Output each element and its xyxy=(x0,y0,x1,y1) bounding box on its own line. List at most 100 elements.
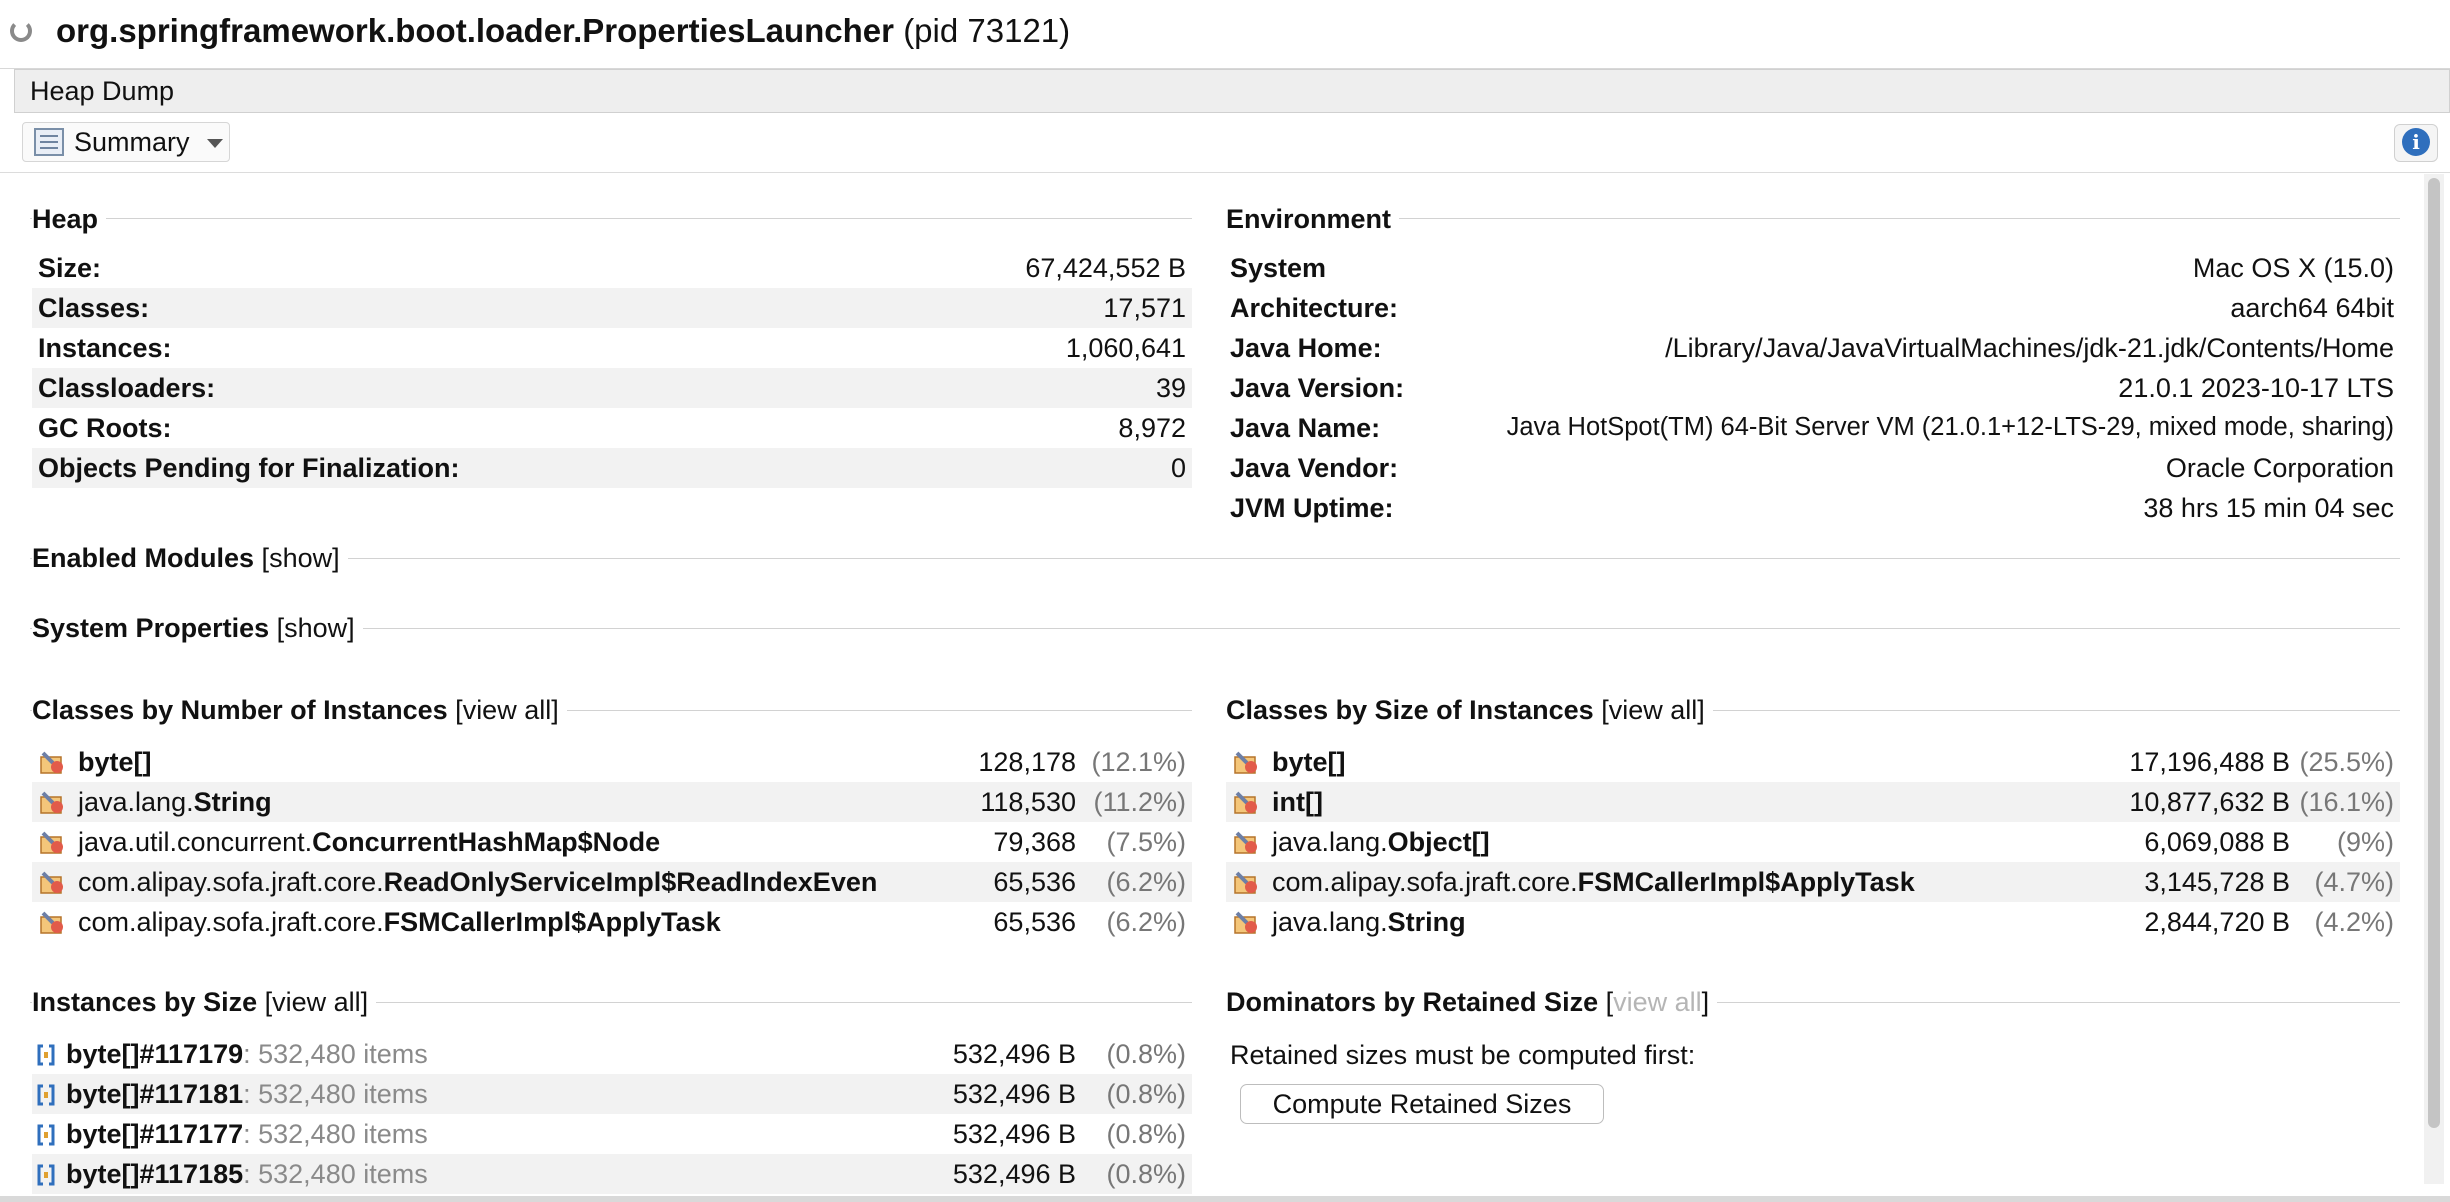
percentage: (0.8%) xyxy=(1106,1079,1186,1109)
class-name: FSMCallerImpl$ApplyTask xyxy=(1577,867,1915,897)
env-key: Java Vendor: xyxy=(1230,453,1399,483)
enabled-modules-show-link[interactable]: show xyxy=(269,543,332,573)
env-key: Java Version: xyxy=(1230,373,1405,403)
percentage: (0.8%) xyxy=(1106,1119,1186,1149)
summary-view-icon xyxy=(34,128,64,156)
heap-key: Classloaders: xyxy=(38,373,216,403)
array-instance-icon xyxy=(37,1044,55,1066)
env-value: 38 hrs 15 min 04 sec xyxy=(2143,493,2394,523)
heap-row: Instances: 1,060,641 xyxy=(32,328,1192,368)
class-name: byte[] xyxy=(78,747,152,777)
instance-row[interactable]: byte[]#117185: 532,480 items 532,496 B (… xyxy=(32,1154,1192,1194)
percentage: (0.8%) xyxy=(1106,1039,1186,1069)
class-name: Object[] xyxy=(1387,827,1490,857)
view-selector-label: Summary xyxy=(74,127,190,157)
instance-row[interactable]: byte[]#117177: 532,480 items 532,496 B (… xyxy=(32,1114,1192,1154)
section-title-system-properties: System Properties [show] xyxy=(32,613,363,644)
heap-row: Size: 67,424,552 B xyxy=(32,248,1192,288)
heap-key: Instances: xyxy=(38,333,172,363)
heap-row: GC Roots: 8,972 xyxy=(32,408,1192,448)
class-row[interactable]: byte[] 128,178 (12.1%) xyxy=(32,742,1192,782)
class-row[interactable]: java.lang.String 118,530 (11.2%) xyxy=(32,782,1192,822)
window-bottom-border xyxy=(0,1196,2450,1202)
classes-by-size-view-all-link[interactable]: view all xyxy=(1609,695,1698,725)
instance-name: byte[]#117179 xyxy=(66,1039,244,1069)
section-title-heap: Heap xyxy=(32,204,107,235)
env-row: JVM Uptime: 38 hrs 15 min 04 sec xyxy=(1226,488,2400,528)
instance-size: 532,496 B xyxy=(952,1079,1076,1109)
dominators-view-all-link: view all xyxy=(1613,987,1702,1017)
instances-by-size-view-all-link[interactable]: view all xyxy=(272,987,361,1017)
class-icon xyxy=(40,831,63,854)
section-title-classes-by-number: Classes by Number of Instances [view all… xyxy=(32,695,567,726)
instance-size: 17,196,488 B xyxy=(2129,747,2290,777)
class-icon xyxy=(1234,791,1257,814)
class-row[interactable]: int[] 10,877,632 B (16.1%) xyxy=(1226,782,2400,822)
class-name: String xyxy=(1387,907,1466,937)
tab-heap-dump[interactable] xyxy=(14,69,2450,113)
instance-row[interactable]: byte[]#117179: 532,480 items 532,496 B (… xyxy=(32,1034,1192,1074)
instance-name: byte[]#117177 xyxy=(66,1119,244,1149)
percentage: (6.2%) xyxy=(1106,867,1186,897)
class-icon xyxy=(40,871,63,894)
compute-retained-sizes-button[interactable]: Compute Retained Sizes xyxy=(1240,1084,1604,1124)
class-icon xyxy=(1234,871,1257,894)
section-title-environment: Environment xyxy=(1226,204,1400,235)
env-key: Java Home: xyxy=(1230,333,1382,363)
section-title-instances-by-size: Instances by Size [view all] xyxy=(32,987,377,1018)
loading-spinner-icon xyxy=(10,20,32,42)
instance-count: 128,178 xyxy=(978,747,1076,777)
env-key: JVM Uptime: xyxy=(1230,493,1394,523)
class-row[interactable]: java.util.concurrent.ConcurrentHashMap$N… xyxy=(32,822,1192,862)
class-icon xyxy=(40,751,63,774)
env-row: Architecture: aarch64 64bit xyxy=(1226,288,2400,328)
env-key: System xyxy=(1230,253,1327,283)
retained-sizes-message: Retained sizes must be computed first: xyxy=(1230,1040,1696,1070)
class-name: ConcurrentHashMap$Node xyxy=(312,827,661,857)
env-row: System Mac OS X (15.0) xyxy=(1226,248,2400,288)
heap-value: 17,571 xyxy=(1103,293,1186,323)
classes-by-number-view-all-link[interactable]: view all xyxy=(463,695,552,725)
env-row: Java Home: /Library/Java/JavaVirtualMach… xyxy=(1226,328,2400,368)
instance-name: byte[]#117185 xyxy=(66,1159,244,1189)
class-icon xyxy=(1234,831,1257,854)
percentage: (6.2%) xyxy=(1106,907,1186,937)
env-key: Java Name: xyxy=(1230,413,1381,443)
array-instance-icon xyxy=(37,1124,55,1146)
heap-row: Objects Pending for Finalization: 0 xyxy=(32,448,1192,488)
instance-name: byte[]#117181 xyxy=(66,1079,244,1109)
instance-count: 65,536 xyxy=(993,907,1076,937)
env-value: /Library/Java/JavaVirtualMachines/jdk-21… xyxy=(1665,333,2394,363)
heap-value: 0 xyxy=(1170,453,1186,483)
class-icon xyxy=(1234,911,1257,934)
class-row[interactable]: com.alipay.sofa.jraft.core.FSMCallerImpl… xyxy=(1226,862,2400,902)
scrollbar-thumb[interactable] xyxy=(2428,178,2440,1128)
section-divider xyxy=(30,558,2400,559)
class-name: ReadOnlyServiceImpl$ReadIndexEven xyxy=(383,867,878,897)
class-row[interactable]: byte[] 17,196,488 B (25.5%) xyxy=(1226,742,2400,782)
section-divider xyxy=(30,628,2400,629)
class-row[interactable]: com.alipay.sofa.jraft.core.FSMCallerImpl… xyxy=(32,902,1192,942)
class-row[interactable]: java.lang.Object[] 6,069,088 B (9%) xyxy=(1226,822,2400,862)
percentage: (16.1%) xyxy=(2299,787,2394,817)
instance-count: 118,530 xyxy=(980,787,1076,817)
window-title: org.springframework.boot.loader.Properti… xyxy=(56,12,1071,49)
system-properties-show-link[interactable]: show xyxy=(284,613,347,643)
heap-value: 8,972 xyxy=(1118,413,1186,443)
heap-value: 1,060,641 xyxy=(1065,333,1186,363)
section-title-enabled-modules: Enabled Modules [show] xyxy=(32,543,348,574)
percentage: (4.7%) xyxy=(2314,867,2394,897)
env-row: Java Name: Java HotSpot(TM) 64-Bit Serve… xyxy=(1226,408,2400,448)
instance-size: 532,496 B xyxy=(952,1039,1076,1069)
instance-row[interactable]: byte[]#117181: 532,480 items 532,496 B (… xyxy=(32,1074,1192,1114)
class-row[interactable]: com.alipay.sofa.jraft.core.ReadOnlyServi… xyxy=(32,862,1192,902)
heap-key: GC Roots: xyxy=(38,413,172,443)
class-row[interactable]: java.lang.String 2,844,720 B (4.2%) xyxy=(1226,902,2400,942)
tab-heap-dump-label: Heap Dump xyxy=(30,76,175,106)
toolbar xyxy=(0,114,2450,173)
heap-row: Classloaders: 39 xyxy=(32,368,1192,408)
percentage: (11.2%) xyxy=(1093,787,1186,817)
heap-key: Classes: xyxy=(38,293,150,323)
chevron-down-icon xyxy=(207,139,223,148)
heap-value: 67,424,552 B xyxy=(1025,253,1186,283)
